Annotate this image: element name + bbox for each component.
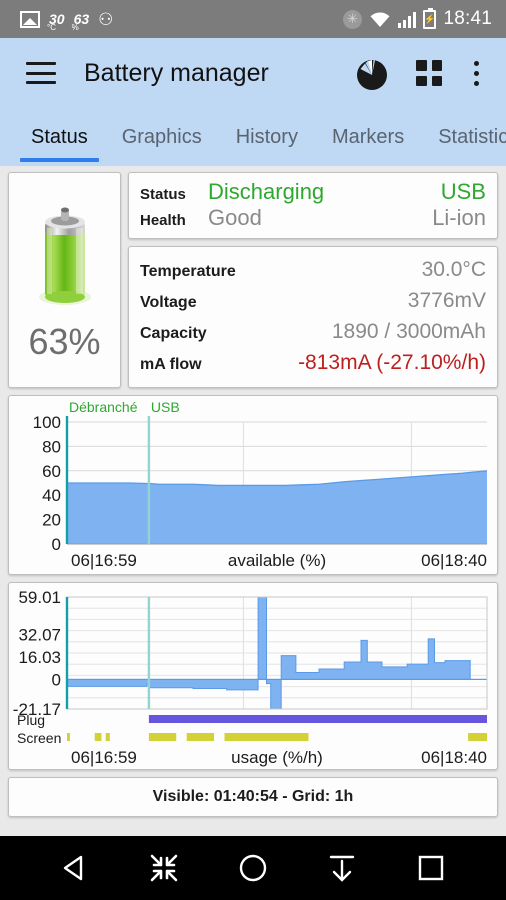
battery-icon: ⚡ — [423, 7, 437, 29]
metrics-card: Temperature 30.0°C Voltage 3776mV Capaci… — [128, 246, 498, 388]
ma-flow-label: mA flow — [140, 356, 202, 374]
tab-bar: Status Graphics History Markers Statisti… — [0, 108, 506, 166]
usb-icon: ⚇ — [98, 9, 114, 29]
status-value: Discharging — [208, 179, 325, 204]
tab-history[interactable]: History — [219, 108, 315, 166]
tab-markers[interactable]: Markers — [315, 108, 421, 166]
wifi-icon — [369, 11, 391, 28]
svg-text:0: 0 — [52, 535, 61, 554]
temperature-value: 30.0°C — [421, 257, 486, 281]
tab-label: Graphics — [121, 125, 202, 148]
battery-percent-label: 63% — [28, 321, 101, 362]
hamburger-menu-icon[interactable] — [26, 62, 56, 84]
app-root: 30 °C 63 % ⚇ ✳ ⚡ 18:41 Battery manager S… — [0, 0, 506, 900]
tab-graphics[interactable]: Graphics — [105, 108, 219, 166]
usage-per-hour-chart-svg: -21.17016.0332.0759.01PlugScreen06|16:59… — [13, 588, 488, 767]
visible-range-bar[interactable]: Visible: 01:40:54 - Grid: 1h — [8, 777, 498, 817]
voltage-row: Voltage 3776mV — [140, 289, 486, 313]
home-icon[interactable] — [228, 843, 278, 893]
svg-text:60: 60 — [42, 462, 61, 481]
tab-label: Statistics — [438, 125, 506, 148]
visible-range-label: Visible: 01:40:54 - Grid: 1h — [152, 788, 354, 805]
download-icon[interactable] — [317, 843, 367, 893]
tab-label: Status — [31, 125, 88, 148]
ma-flow-row: mA flow -813mA (-27.10%/h) — [140, 351, 486, 375]
voltage-value: 3776mV — [407, 288, 486, 312]
svg-text:32.07: 32.07 — [18, 626, 61, 645]
available-percent-chart[interactable]: Débranché USB 0 20 40 60 80 100 06|16:59 availabl… — [8, 395, 498, 575]
capacity-label: Capacity — [140, 325, 207, 343]
svg-text:Screen: Screen — [17, 730, 61, 746]
pie-chart-icon[interactable] — [354, 55, 390, 91]
temperature-indicator-icon: 30 °C — [47, 11, 65, 32]
svg-text:USB: USB — [151, 399, 180, 415]
signal-icon — [397, 11, 417, 28]
available-percent-chart-svg: Débranché USB 0 20 40 60 80 100 06|16:59 availabl… — [33, 399, 488, 570]
tab-label: Markers — [331, 125, 405, 148]
svg-text:100: 100 — [33, 413, 61, 432]
svg-text:80: 80 — [42, 437, 61, 456]
svg-text:06|18:40: 06|18:40 — [421, 748, 487, 767]
status-source: USB — [440, 179, 486, 204]
svg-text:Débranché: Débranché — [69, 399, 138, 415]
status-bar-right-icons: ✳ ⚡ 18:41 — [342, 7, 498, 30]
overflow-menu-icon[interactable] — [468, 59, 484, 88]
svg-text:06|16:59: 06|16:59 — [71, 551, 137, 570]
app-bar-actions — [354, 55, 490, 91]
page-title: Battery manager — [84, 58, 269, 87]
svg-text:40: 40 — [42, 486, 61, 505]
svg-text:59.01: 59.01 — [18, 588, 61, 607]
health-key: Health — [140, 212, 186, 229]
tab-label: History — [235, 125, 298, 148]
battery-technology: Li-ion — [432, 205, 486, 230]
back-icon[interactable] — [50, 843, 100, 893]
clock: 18:41 — [443, 8, 492, 29]
svg-text:20: 20 — [42, 511, 61, 530]
status-bar-left-icons: 30 °C 63 % ⚇ — [8, 9, 114, 32]
android-nav-bar — [0, 836, 506, 900]
app-bar: Battery manager — [0, 38, 506, 108]
status-card: Status Discharging USB Health Good Li-io… — [128, 172, 498, 239]
tab-status[interactable]: Status — [14, 108, 105, 166]
recents-icon[interactable] — [406, 843, 456, 893]
tab-statistics[interactable]: Statistics — [421, 108, 506, 166]
svg-text:usage (%/h): usage (%/h) — [231, 748, 323, 767]
temperature-row: Temperature 30.0°C — [140, 258, 486, 282]
bluetooth-icon: ✳ — [342, 9, 362, 29]
temperature-label: Temperature — [140, 262, 236, 280]
svg-text:06|18:40: 06|18:40 — [421, 551, 487, 570]
svg-text:0: 0 — [52, 670, 61, 689]
summary-row: 63% Status Discharging USB Health Good L… — [8, 172, 498, 388]
main-content: 63% Status Discharging USB Health Good L… — [0, 166, 506, 836]
health-row: Health Good Li-ion — [140, 205, 486, 231]
battery-percent-indicator-icon: 63 % — [71, 11, 90, 32]
ma-flow-value: -813mA (-27.10%/h) — [298, 351, 486, 375]
android-status-bar: 30 °C 63 % ⚇ ✳ ⚡ 18:41 — [0, 0, 506, 38]
collapse-icon[interactable] — [139, 843, 189, 893]
temperature-indicator-unit: °C — [47, 23, 56, 32]
health-value: Good — [208, 205, 262, 230]
battery-level-card: 63% — [8, 172, 121, 388]
status-row: Status Discharging USB — [140, 179, 486, 205]
info-column: Status Discharging USB Health Good Li-io… — [128, 172, 498, 388]
capacity-value: 1890 / 3000mAh — [331, 320, 486, 344]
svg-text:06|16:59: 06|16:59 — [71, 748, 137, 767]
battery-full-green-icon — [34, 201, 96, 309]
svg-text:Plug: Plug — [17, 712, 45, 728]
voltage-label: Voltage — [140, 293, 197, 311]
grid-view-icon[interactable] — [416, 60, 442, 86]
capacity-row: Capacity 1890 / 3000mAh — [140, 320, 486, 344]
status-key: Status — [140, 186, 186, 203]
svg-text:available (%): available (%) — [228, 551, 326, 570]
svg-text:16.03: 16.03 — [18, 648, 61, 667]
photo-icon — [20, 10, 40, 28]
battery-percent-indicator-unit: % — [71, 23, 79, 32]
usage-per-hour-chart[interactable]: -21.17 0 16.03 32.07 59.01 Plug Screen 06|16:59… — [8, 582, 498, 770]
